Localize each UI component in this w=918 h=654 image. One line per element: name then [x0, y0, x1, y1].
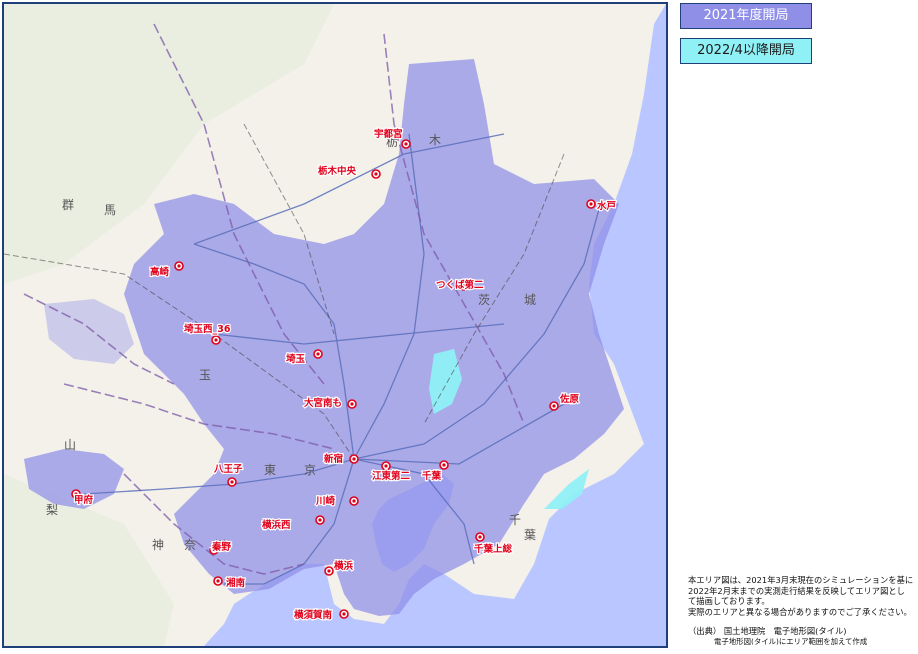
station-marker-dot: [442, 463, 446, 467]
pref-label: 城: [524, 293, 536, 307]
source-text: 国土地理院 電子地形図(タイル): [723, 626, 847, 636]
station-label: 佐原: [559, 393, 580, 405]
station-marker-dot: [350, 402, 354, 406]
station-marker-dot: [552, 404, 556, 408]
pref-label: 茨: [478, 293, 490, 307]
station-label: 千葉: [422, 470, 442, 482]
note-line: 本エリア図は、2021年3月末現在のシミュレーションを基に: [688, 575, 914, 585]
station-label: 新宿: [324, 453, 344, 465]
station-label: 埼玉: [286, 353, 306, 365]
station-marker-dot: [342, 612, 346, 616]
station-marker-dot: [589, 202, 593, 206]
station-label: 横浜: [334, 560, 354, 572]
station-label: 栃木中央: [318, 165, 357, 177]
station-marker-dot: [316, 352, 320, 356]
pref-label: 玉: [199, 368, 211, 382]
station-label: 埼玉西_36: [184, 323, 231, 335]
station-label: 水戸: [597, 200, 617, 212]
pref-label: 神: [152, 538, 164, 552]
note-line: 2022年2月末までの実測走行結果を反映してエリア図とし: [688, 585, 905, 596]
station-marker-dot: [352, 457, 356, 461]
pref-label: 梨: [46, 503, 58, 517]
pref-label: 木: [429, 133, 441, 147]
map-source: （出典） 国土地理院 電子地形図(タイル) 電子地形図(タイル)にエリア範囲を加…: [688, 626, 916, 647]
station-marker-dot: [214, 338, 218, 342]
station-marker-dot: [352, 499, 356, 503]
station-marker-dot: [318, 518, 322, 522]
station-label: 高崎: [150, 266, 170, 278]
station-label: 大宮南も: [304, 397, 342, 409]
pref-label: 馬: [104, 203, 116, 217]
pref-label: 山: [64, 438, 76, 452]
station-label: 川崎: [315, 495, 336, 507]
station-marker-dot: [177, 264, 181, 268]
note-line: 実際のエリアと異なる場合がありますのでご了承ください。: [688, 606, 912, 617]
station-label: 秦野: [211, 541, 232, 553]
station-marker-dot: [404, 142, 408, 146]
legend-2021-opened: 2021年度開局: [680, 3, 812, 29]
station-label: 横須賀南: [294, 609, 333, 621]
pref-label: 京: [304, 463, 316, 477]
station-label: 江東第二: [372, 470, 411, 482]
pref-label: 葉: [524, 528, 536, 542]
note-line: て描画しております。: [688, 596, 770, 607]
pref-label: 東: [264, 463, 276, 477]
pref-label: 群: [62, 198, 74, 212]
source-label: （出典）: [688, 626, 722, 636]
station-marker-dot: [384, 464, 388, 468]
station-label: つくば第二: [436, 279, 484, 291]
station-marker-dot: [216, 579, 220, 583]
station-marker-dot: [374, 172, 378, 176]
station-marker-dot: [327, 569, 331, 573]
station-label: 甲府: [74, 494, 94, 506]
station-marker-dot: [478, 535, 482, 539]
station-label: 千葉上総: [474, 543, 513, 555]
pref-label: 奈: [184, 538, 196, 552]
station-label: 湘南: [226, 577, 246, 589]
pref-label: 千: [509, 513, 521, 527]
station-label: 横浜西: [262, 519, 291, 531]
station-label: 宇都宮: [374, 128, 403, 140]
source-sub: 電子地形図(タイル)にエリア範囲を加えて作成: [714, 636, 868, 646]
station-label: 八王子: [213, 464, 243, 475]
map-notes: 本エリア図は、2021年3月末現在のシミュレーションを基に 2022年2月末まで…: [688, 575, 916, 617]
station-marker-dot: [230, 480, 234, 484]
legend-2022-planned: 2022/4以降開局: [680, 38, 812, 64]
area-map: 群 馬 栃 木 茨 城 玉 山 神 奈 川 東 京 千 葉 梨 宇都宮 栃木中央水…: [2, 2, 668, 648]
